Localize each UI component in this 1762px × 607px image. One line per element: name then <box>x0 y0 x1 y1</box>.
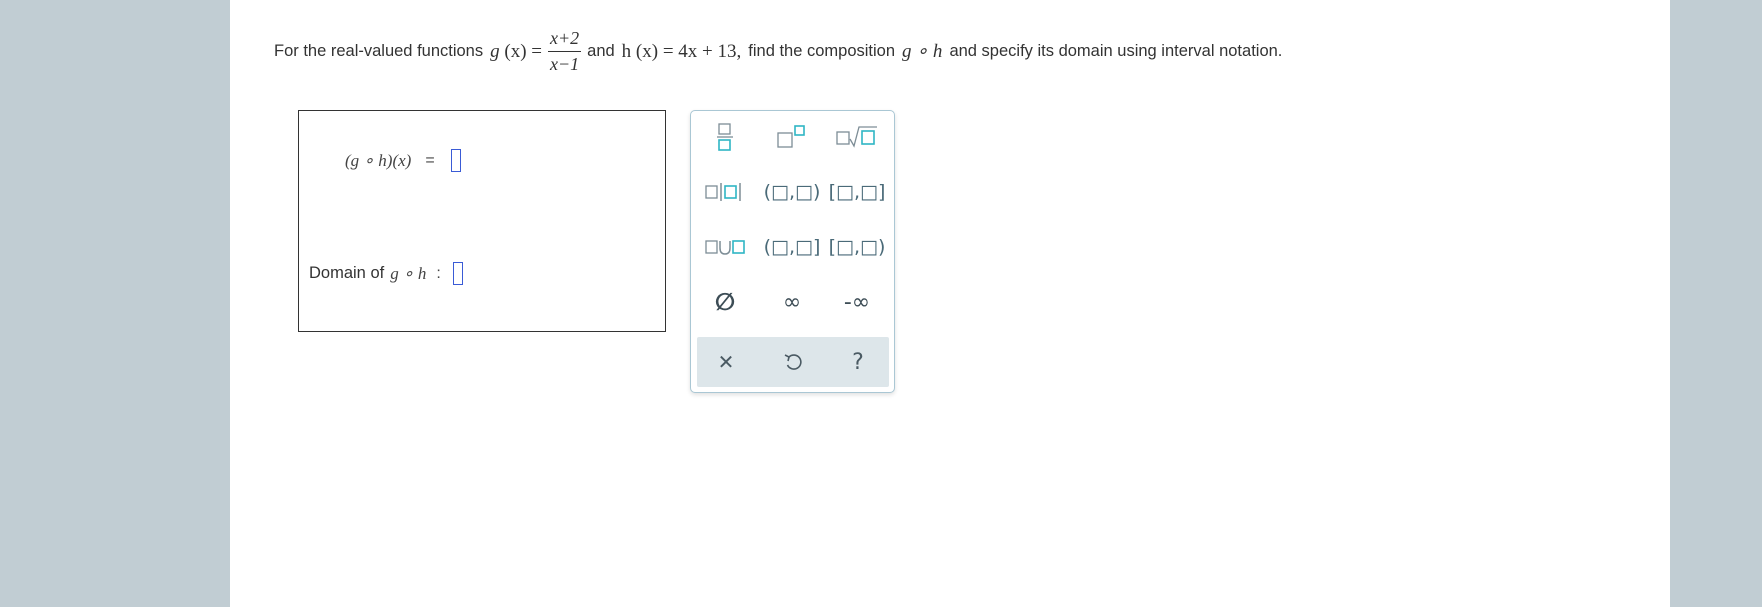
superscript-button[interactable] <box>763 117 821 157</box>
half-open-interval-button[interactable]: (□,□] <box>763 227 821 267</box>
close-icon: ✕ <box>717 350 735 374</box>
superscript-icon <box>777 125 805 148</box>
fraction-button[interactable] <box>696 117 754 157</box>
open-interval-label: (□,□) <box>763 181 821 203</box>
g-denominator: x−1 <box>550 54 580 74</box>
g-definition: g (x) = <box>490 40 542 62</box>
domain-function: g ∘ h <box>390 263 427 283</box>
domain-label: Domain of <box>309 264 385 282</box>
half-closed-interval-button[interactable]: [□,□) <box>828 227 886 267</box>
half-closed-interval-label: [□,□) <box>828 236 886 258</box>
empty-set-button[interactable]: ∅ <box>696 282 754 322</box>
closed-interval-button[interactable]: [□,□] <box>828 172 886 212</box>
composition-label: (g ∘ h)(x) <box>345 150 412 170</box>
help-icon: ? <box>852 349 864 375</box>
nth-root-button[interactable] <box>828 117 886 157</box>
clear-button[interactable]: ✕ <box>697 342 755 382</box>
colon: : <box>436 264 441 282</box>
union-button[interactable] <box>696 227 754 267</box>
math-palette: (□,□) [□,□] (□,□] [□,□) ∅ ∞ -∞ ✕ ? <box>690 110 895 393</box>
composition-input[interactable] <box>450 149 461 172</box>
palette-footer: ✕ ? <box>697 337 889 387</box>
equals-sign: = <box>425 151 435 169</box>
question-suffix: and specify its domain using interval no… <box>949 42 1283 60</box>
absolute-value-icon <box>705 183 741 201</box>
negative-infinity-button[interactable]: -∞ <box>828 282 886 322</box>
nth-root-icon <box>836 126 877 148</box>
infinity-icon: ∞ <box>782 289 802 315</box>
g-numerator: x+2 <box>550 28 580 48</box>
question-page: For the real-valued functions g (x) = x+… <box>230 0 1670 607</box>
empty-set-icon: ∅ <box>714 288 736 316</box>
and-text: and <box>587 42 615 60</box>
fraction-icon <box>717 123 733 151</box>
closed-interval-label: [□,□] <box>828 181 886 203</box>
open-interval-button[interactable]: (□,□) <box>763 172 821 212</box>
answer-box: (g ∘ h)(x) = Domain of g ∘ h : <box>298 110 666 332</box>
composition-answer-row: (g ∘ h)(x) = <box>345 149 461 172</box>
domain-input[interactable] <box>452 262 463 285</box>
question-prefix: For the real-valued functions <box>274 42 484 60</box>
union-icon <box>705 240 745 255</box>
question-middle: find the composition <box>748 42 896 60</box>
composition-symbol: g ∘ h <box>902 41 943 62</box>
question-text: For the real-valued functions g (x) = x+… <box>274 28 1282 75</box>
h-definition: h (x) = 4x + 13, <box>621 40 742 62</box>
g-fraction: x+2 x−1 <box>548 28 582 75</box>
half-open-interval-label: (□,□] <box>763 236 821 258</box>
domain-answer-row: Domain of g ∘ h : <box>309 262 463 285</box>
negative-infinity-icon: -∞ <box>843 289 871 315</box>
undo-button[interactable] <box>764 342 822 382</box>
help-button[interactable]: ? <box>829 342 887 382</box>
absolute-value-button[interactable] <box>696 172 754 212</box>
infinity-button[interactable]: ∞ <box>763 282 821 322</box>
undo-icon <box>784 354 802 370</box>
